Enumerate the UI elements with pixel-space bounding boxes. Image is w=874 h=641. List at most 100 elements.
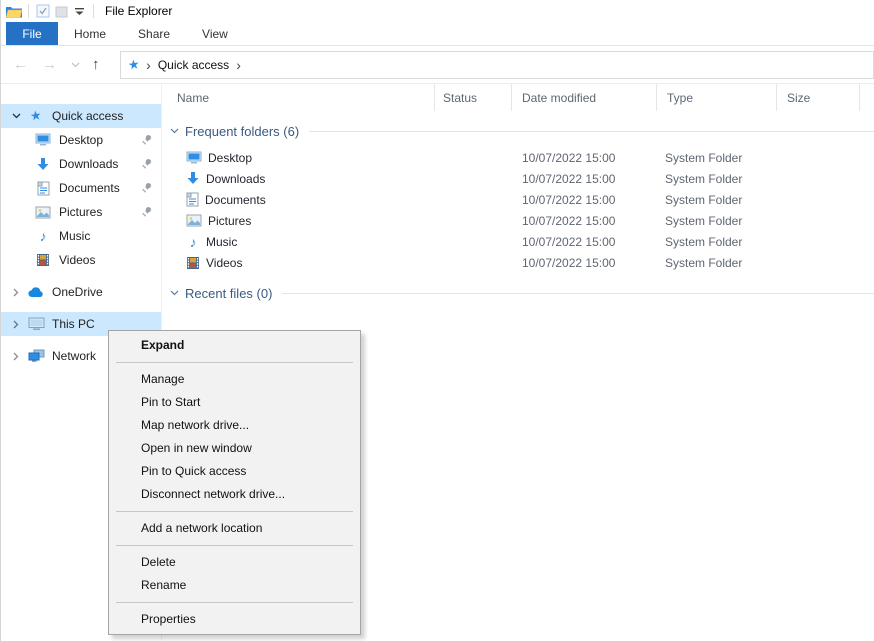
pin-icon[interactable] — [140, 205, 153, 218]
menu-item-open-in-new-window[interactable]: Open in new window — [109, 437, 360, 460]
menu-item-pin-to-quick-access[interactable]: Pin to Quick access — [109, 460, 360, 483]
group-divider — [309, 131, 874, 132]
tab-file[interactable]: File — [6, 22, 58, 45]
quick-access-star-icon: ★ — [27, 108, 45, 124]
new-folder-quick-button[interactable] — [52, 2, 70, 20]
file-name: Documents — [205, 193, 266, 207]
file-type: System Folder — [665, 214, 874, 228]
file-row-documents[interactable]: Documents 10/07/2022 15:00 System Folder — [162, 189, 874, 210]
file-date-modified: 10/07/2022 15:00 — [522, 193, 665, 207]
pin-icon[interactable] — [140, 181, 153, 194]
file-type: System Folder — [665, 172, 874, 186]
desktop-icon — [186, 151, 202, 165]
pin-icon[interactable] — [140, 157, 153, 170]
column-header-date-modified[interactable]: Date modified — [512, 84, 657, 111]
onedrive-cloud-icon — [27, 287, 45, 298]
column-header-type[interactable]: Type — [657, 84, 777, 111]
column-header-status[interactable]: Status — [435, 84, 512, 111]
chevron-right-icon[interactable] — [9, 288, 23, 297]
file-date-modified: 10/07/2022 15:00 — [522, 172, 665, 186]
chevron-right-icon[interactable] — [9, 320, 23, 329]
file-explorer-app-icon — [5, 2, 23, 20]
tab-view[interactable]: View — [186, 22, 244, 45]
sidebar-spacer — [1, 272, 161, 280]
file-name: Music — [206, 235, 237, 249]
this-pc-context-menu: Expand Manage Pin to Start Map network d… — [108, 330, 361, 635]
column-header-name[interactable]: Name — [162, 84, 435, 111]
breadcrumb-quick-access[interactable]: Quick access — [158, 58, 229, 72]
file-type: System Folder — [665, 193, 874, 207]
menu-item-map-network-drive[interactable]: Map network drive... — [109, 414, 360, 437]
file-date-modified: 10/07/2022 15:00 — [522, 151, 665, 165]
sidebar-item-videos[interactable]: Videos — [1, 248, 161, 272]
menu-separator — [116, 545, 353, 546]
frequent-folders-list: Desktop 10/07/2022 15:00 System Folder D… — [162, 147, 874, 273]
menu-item-delete[interactable]: Delete — [109, 551, 360, 574]
sidebar-item-downloads[interactable]: Downloads — [1, 152, 161, 176]
file-row-videos[interactable]: Videos 10/07/2022 15:00 System Folder — [162, 252, 874, 273]
downloads-icon — [34, 157, 52, 172]
titlebar-separator — [28, 4, 29, 18]
file-date-modified: 10/07/2022 15:00 — [522, 256, 665, 270]
menu-item-expand[interactable]: Expand — [109, 334, 360, 357]
sidebar-item-desktop[interactable]: Desktop — [1, 128, 161, 152]
menu-item-manage[interactable]: Manage — [109, 368, 360, 391]
sidebar-spacer — [1, 304, 161, 312]
pictures-icon — [34, 206, 52, 219]
sidebar-item-documents[interactable]: Documents — [1, 176, 161, 200]
file-row-desktop[interactable]: Desktop 10/07/2022 15:00 System Folder — [162, 147, 874, 168]
sidebar-item-pictures[interactable]: Pictures — [1, 200, 161, 224]
breadcrumb-chevron-icon[interactable]: › — [146, 58, 151, 72]
file-date-modified: 10/07/2022 15:00 — [522, 235, 665, 249]
chevron-down-icon[interactable] — [170, 290, 179, 296]
chevron-right-icon[interactable] — [9, 352, 23, 361]
chevron-down-icon[interactable] — [170, 128, 179, 134]
tab-home[interactable]: Home — [58, 22, 122, 45]
file-date-modified: 10/07/2022 15:00 — [522, 214, 665, 228]
music-note-icon: ♪ — [186, 234, 200, 250]
music-note-icon: ♪ — [34, 228, 52, 244]
videos-film-icon — [186, 256, 200, 270]
group-header-frequent-folders[interactable]: Frequent folders (6) — [162, 119, 874, 143]
menu-item-rename[interactable]: Rename — [109, 574, 360, 597]
menu-item-pin-to-start[interactable]: Pin to Start — [109, 391, 360, 414]
menu-item-add-network-location[interactable]: Add a network location — [109, 517, 360, 540]
pin-icon[interactable] — [140, 133, 153, 146]
file-row-music[interactable]: ♪ Music 10/07/2022 15:00 System Folder — [162, 231, 874, 252]
videos-film-icon — [34, 253, 52, 267]
column-header-row: Name Status Date modified Type Size — [162, 84, 874, 111]
sidebar-item-label: Quick access — [52, 109, 123, 123]
up-button[interactable]: ↑ — [92, 57, 100, 72]
group-header-recent-files[interactable]: Recent files (0) — [162, 281, 874, 305]
ribbon-tab-row: File Home Share View — [1, 22, 874, 46]
address-bar[interactable]: ★ › Quick access › — [120, 51, 874, 79]
file-type: System Folder — [665, 235, 874, 249]
menu-item-properties[interactable]: Properties — [109, 608, 360, 631]
sidebar-item-music[interactable]: ♪ Music — [1, 224, 161, 248]
sidebar-item-quick-access[interactable]: ★ Quick access — [1, 104, 161, 128]
menu-separator — [116, 511, 353, 512]
breadcrumb-chevron-icon[interactable]: › — [236, 58, 241, 72]
file-row-downloads[interactable]: Downloads 10/07/2022 15:00 System Folder — [162, 168, 874, 189]
file-explorer-window: File Explorer File Home Share View ← → ↑… — [0, 0, 874, 641]
sidebar-item-onedrive[interactable]: OneDrive — [1, 280, 161, 304]
tab-share[interactable]: Share — [122, 22, 186, 45]
file-row-pictures[interactable]: Pictures 10/07/2022 15:00 System Folder — [162, 210, 874, 231]
chevron-down-icon[interactable] — [9, 113, 23, 119]
sidebar-item-label: Downloads — [59, 157, 118, 171]
recent-locations-chevron-icon[interactable] — [71, 62, 80, 68]
menu-item-disconnect-network-drive[interactable]: Disconnect network drive... — [109, 483, 360, 506]
documents-icon — [34, 181, 52, 196]
back-button[interactable]: ← — [13, 57, 28, 72]
forward-button[interactable]: → — [42, 57, 57, 72]
column-header-size[interactable]: Size — [777, 84, 860, 111]
sidebar-item-label: Videos — [59, 253, 95, 267]
group-label[interactable]: Frequent folders (6) — [185, 124, 299, 139]
group-label[interactable]: Recent files (0) — [185, 286, 272, 301]
group-divider — [282, 293, 874, 294]
this-pc-monitor-icon — [27, 317, 45, 331]
properties-quick-button[interactable] — [34, 2, 52, 20]
file-name: Downloads — [206, 172, 265, 186]
titlebar-separator — [93, 4, 94, 18]
customize-quick-access-toolbar-icon[interactable] — [70, 2, 88, 20]
